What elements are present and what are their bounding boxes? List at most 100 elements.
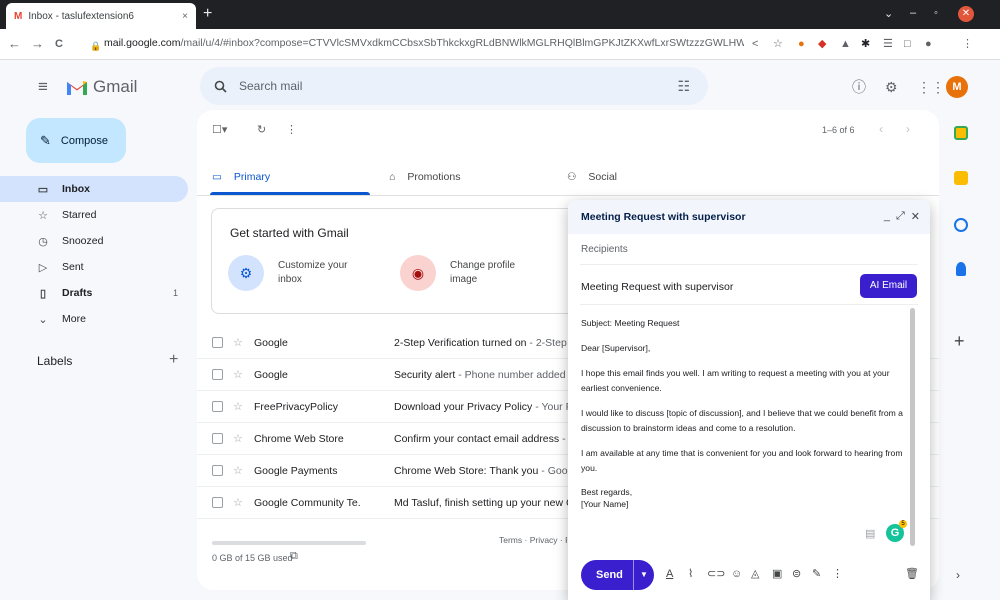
- new-tab-button[interactable]: +: [203, 4, 212, 24]
- more-options-icon[interactable]: ⋮: [832, 568, 843, 580]
- tab-primary[interactable]: ▭ Primary: [212, 157, 270, 197]
- select-all-checkbox[interactable]: ☐▾: [212, 123, 227, 136]
- extension-3-icon[interactable]: ▲: [840, 37, 851, 51]
- tab-close-icon[interactable]: ×: [182, 11, 188, 22]
- reload-button[interactable]: C: [55, 37, 63, 51]
- sidebar-item-inbox[interactable]: ▭ Inbox: [0, 176, 188, 202]
- change-profile-item[interactable]: ◉ Change profile image: [400, 255, 530, 291]
- contacts-icon[interactable]: [956, 262, 966, 276]
- email-subject: 2-Step Verification turned on - 2-Step V: [394, 337, 569, 349]
- discard-icon[interactable]: 🗑: [905, 568, 919, 580]
- sidebar-item-snoozed[interactable]: ◷ Snoozed: [0, 228, 188, 254]
- get-addons-icon[interactable]: +: [954, 331, 965, 352]
- message-body[interactable]: Subject: Meeting Request Dear [Superviso…: [581, 316, 907, 520]
- extensions-puzzle-icon[interactable]: ✱: [861, 37, 870, 51]
- star-icon[interactable]: ☆: [233, 400, 243, 413]
- formatting-icon[interactable]: A: [666, 568, 673, 580]
- minimize-icon[interactable]: _: [884, 210, 890, 223]
- minimize-button[interactable]: –: [910, 7, 916, 19]
- link-icon[interactable]: ⊂⊃: [707, 568, 725, 580]
- subject-field[interactable]: Meeting Request with supervisor: [581, 281, 733, 293]
- search-icon[interactable]: [214, 80, 227, 93]
- labels-heading: Labels: [37, 354, 73, 368]
- browser-tab[interactable]: M Inbox - taslufextension6 ×: [6, 3, 196, 29]
- share-icon[interactable]: <: [752, 37, 758, 51]
- ai-email-button[interactable]: AI Email: [860, 274, 917, 298]
- row-checkbox[interactable]: [212, 497, 223, 508]
- sidebar-item-sent[interactable]: ▷ Sent: [0, 254, 188, 280]
- help-icon[interactable]: ⓘ: [852, 80, 866, 94]
- star-icon[interactable]: ☆: [233, 368, 243, 381]
- footer-links[interactable]: Terms · Privacy · P: [499, 535, 567, 545]
- calendar-icon[interactable]: [954, 126, 968, 140]
- search-options-icon[interactable]: ☷: [677, 78, 690, 95]
- sidebar-item-drafts[interactable]: ▯ Drafts 1: [0, 280, 188, 306]
- sidebar-item-more[interactable]: ⌄ More: [0, 306, 188, 332]
- bookmark-star-icon[interactable]: ☆: [773, 37, 783, 51]
- compose-header[interactable]: Meeting Request with supervisor: [568, 200, 930, 234]
- star-icon[interactable]: ☆: [233, 432, 243, 445]
- emoji-icon[interactable]: ☺: [731, 568, 742, 580]
- apps-grid-icon[interactable]: ⋮⋮: [917, 80, 945, 94]
- row-checkbox[interactable]: [212, 465, 223, 476]
- row-checkbox[interactable]: [212, 433, 223, 444]
- tab-search-icon[interactable]: ⌄: [884, 7, 893, 20]
- account-avatar[interactable]: M: [946, 76, 968, 98]
- row-checkbox[interactable]: [212, 337, 223, 348]
- add-label-button[interactable]: +: [169, 351, 178, 369]
- subject-text: Md Tasluf, finish setting up your new Go: [394, 496, 569, 509]
- confidential-icon[interactable]: ⊜: [792, 568, 801, 580]
- attach-icon[interactable]: ⌇: [688, 568, 693, 580]
- star-icon[interactable]: ☆: [233, 464, 243, 477]
- compose-button[interactable]: ✎ Compose: [26, 118, 126, 163]
- prev-page-icon[interactable]: ‹: [879, 122, 883, 136]
- photo-icon[interactable]: ▣: [772, 568, 782, 580]
- browser-menu-icon[interactable]: ⋮: [962, 37, 973, 51]
- side-panel-icon[interactable]: □: [904, 37, 911, 51]
- close-icon[interactable]: ✕: [911, 210, 920, 223]
- extension-1-icon[interactable]: ●: [798, 37, 805, 51]
- open-external-icon[interactable]: ⧉: [290, 550, 298, 563]
- back-button[interactable]: ←: [8, 37, 21, 51]
- forward-button[interactable]: →: [31, 37, 44, 51]
- main-menu-icon[interactable]: ≡: [38, 78, 48, 95]
- row-checkbox[interactable]: [212, 401, 223, 412]
- body-scrollbar[interactable]: [910, 308, 915, 546]
- inbox-icon: ▭: [37, 183, 49, 196]
- search-bar[interactable]: Search mail ☷: [200, 67, 708, 105]
- row-checkbox[interactable]: [212, 369, 223, 380]
- star-icon[interactable]: ☆: [233, 336, 243, 349]
- refresh-icon[interactable]: ↻: [257, 123, 266, 136]
- search-input[interactable]: Search mail: [239, 79, 302, 93]
- expand-icon[interactable]: ⤢: [896, 210, 905, 223]
- tasks-icon[interactable]: [954, 218, 968, 232]
- customize-inbox-item[interactable]: ⚙ Customize your inbox: [228, 255, 358, 291]
- profile-icon[interactable]: ●: [925, 37, 932, 51]
- send-options-icon[interactable]: ▼: [633, 560, 648, 590]
- url-field[interactable]: mail.google.com/mail/u/4/#inbox?compose=…: [104, 37, 744, 49]
- more-options-icon[interactable]: ⋮: [286, 123, 297, 136]
- tab-promotions[interactable]: ⌂ Promotions: [389, 157, 460, 197]
- keep-icon[interactable]: [954, 171, 968, 185]
- recipients-field[interactable]: Recipients: [581, 244, 628, 255]
- drive-icon[interactable]: ◬: [751, 568, 759, 580]
- email-sender: Google: [254, 336, 288, 349]
- snippet-text: - 2-Step V: [529, 336, 569, 349]
- next-page-icon[interactable]: ›: [906, 122, 910, 136]
- star-icon[interactable]: ☆: [233, 496, 243, 509]
- show-side-panel-icon[interactable]: ›: [956, 568, 960, 582]
- signature-icon[interactable]: ✎: [812, 568, 821, 580]
- send-button[interactable]: Send ▼: [581, 560, 654, 590]
- gmail-logo[interactable]: Gmail: [66, 77, 137, 97]
- divider: [580, 264, 918, 265]
- extension-2-icon[interactable]: ◆: [818, 37, 826, 51]
- settings-icon[interactable]: ⚙: [885, 80, 898, 94]
- window-close-button[interactable]: ✕: [958, 6, 974, 22]
- maximize-button[interactable]: ◦: [934, 7, 938, 19]
- reading-list-icon[interactable]: ☰: [883, 37, 893, 51]
- sidebar-item-starred[interactable]: ☆ Starred: [0, 202, 188, 228]
- sidebar-item-label: Inbox: [62, 183, 90, 195]
- gs-item-label: Change profile image: [450, 260, 516, 285]
- clipboard-icon[interactable]: ▤: [865, 527, 875, 540]
- tab-social[interactable]: ⚇ Social: [567, 157, 617, 197]
